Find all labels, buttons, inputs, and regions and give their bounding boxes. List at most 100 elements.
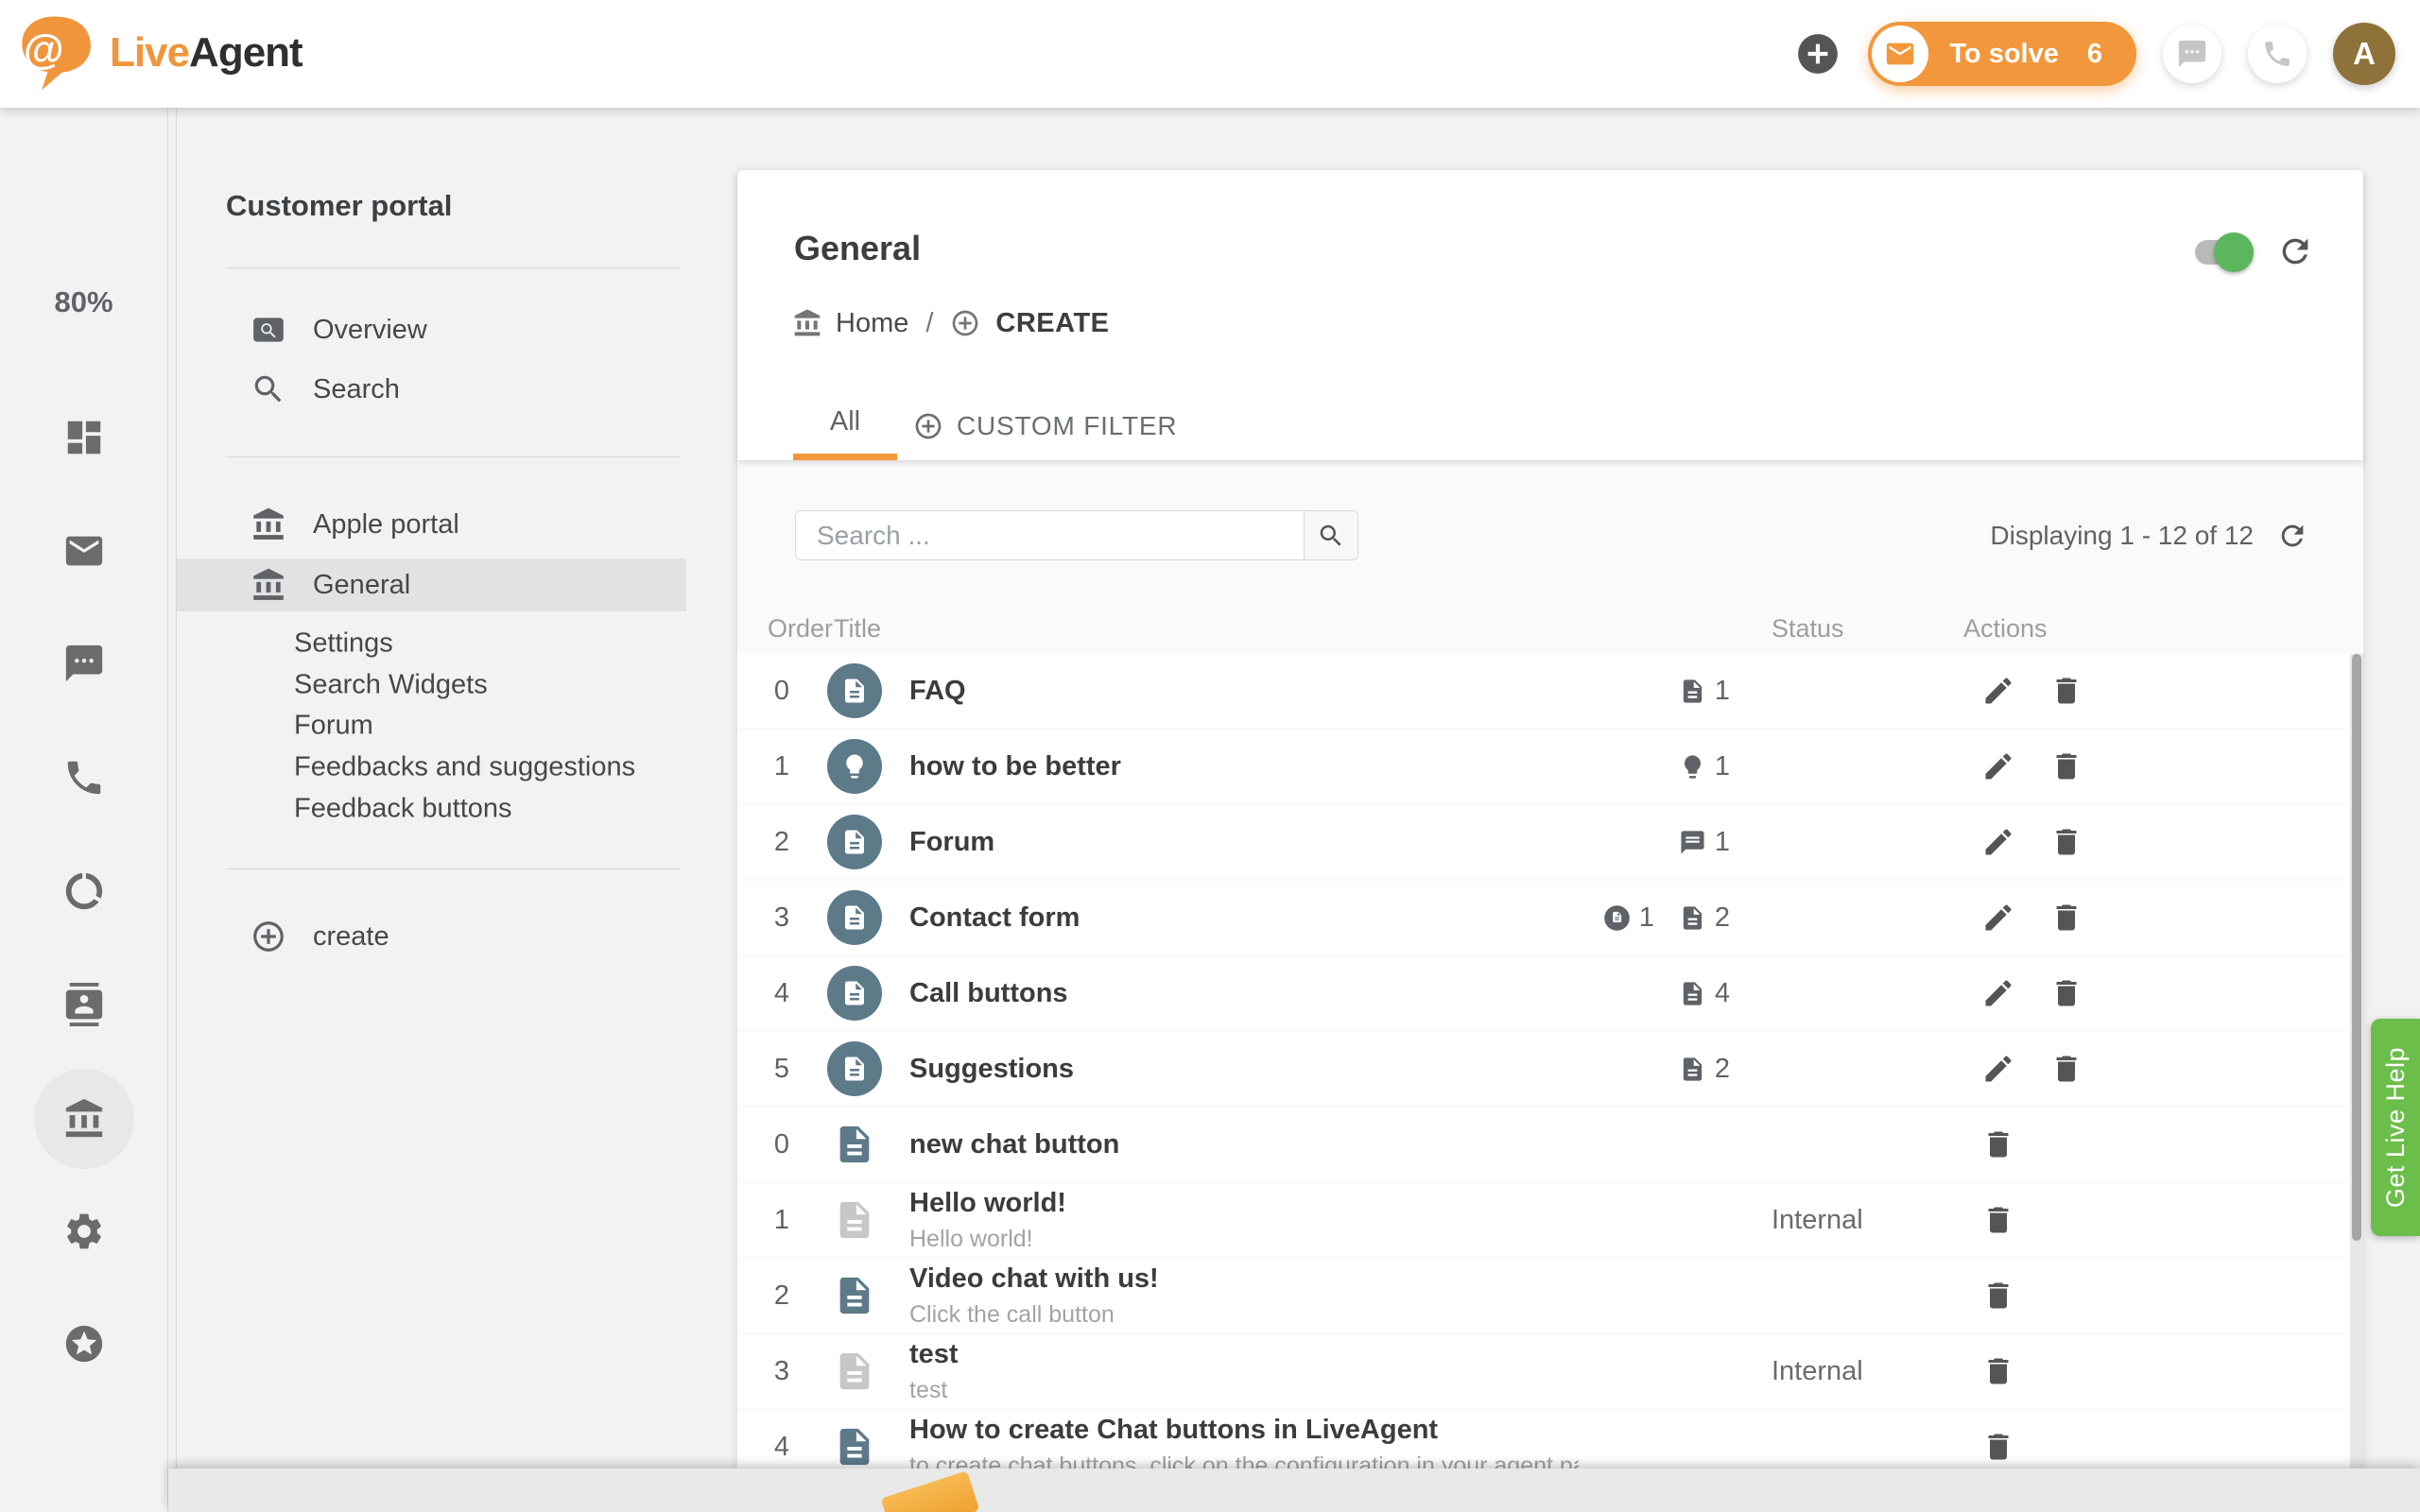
phone-icon bbox=[2261, 38, 2293, 70]
rail-item-reports[interactable] bbox=[62, 869, 106, 913]
row-title[interactable]: test bbox=[909, 1339, 959, 1369]
search-submit-button[interactable] bbox=[1304, 511, 1357, 559]
edit-button[interactable] bbox=[1981, 674, 2015, 708]
to-solve-button[interactable]: To solve 6 bbox=[1868, 22, 2136, 86]
breadcrumb-create[interactable]: CREATE bbox=[995, 308, 1109, 339]
breadcrumb-home[interactable]: Home bbox=[836, 308, 908, 339]
delete-button[interactable] bbox=[1981, 1279, 2015, 1313]
article-icon bbox=[1679, 904, 1706, 932]
article-count-badge: 2 bbox=[1679, 1054, 1730, 1085]
delete-button[interactable] bbox=[1981, 1203, 2015, 1237]
scrollbar-thumb[interactable] bbox=[2352, 654, 2361, 1241]
rail-item-starred[interactable] bbox=[62, 1322, 106, 1366]
sidebar-item-feedbacks[interactable]: Feedbacks and suggestions bbox=[294, 752, 635, 783]
sidebar-item-apple-portal[interactable]: Apple portal bbox=[251, 507, 459, 542]
active-tab-underline bbox=[793, 454, 897, 460]
idea-count-badge: 1 bbox=[1679, 751, 1730, 782]
status-badge: Internal bbox=[1739, 1356, 1938, 1387]
rail-item-tickets[interactable] bbox=[62, 529, 106, 573]
draft-count-badge: 1 bbox=[1603, 902, 1654, 934]
sidebar-item-create[interactable]: create bbox=[251, 919, 389, 954]
edit-button[interactable] bbox=[1981, 1052, 2015, 1086]
table-row: 3 test test Internal bbox=[737, 1334, 2350, 1408]
sidebar-item-overview[interactable]: Overview bbox=[251, 312, 427, 348]
rail-item-dashboard[interactable] bbox=[62, 416, 106, 459]
edit-button[interactable] bbox=[1981, 825, 2015, 859]
tab-all[interactable]: All bbox=[793, 394, 897, 460]
rail-item-settings[interactable] bbox=[62, 1210, 106, 1253]
delete-button[interactable] bbox=[2049, 674, 2083, 708]
row-title[interactable]: new chat button bbox=[909, 1129, 1119, 1160]
delete-button[interactable] bbox=[2049, 976, 2083, 1010]
delete-button[interactable] bbox=[2049, 901, 2083, 935]
delete-button[interactable] bbox=[2049, 1052, 2083, 1086]
row-title[interactable]: How to create Chat buttons in LiveAgent bbox=[909, 1415, 1438, 1445]
status-badge: Internal bbox=[1739, 1205, 1938, 1236]
displaying-count: Displaying 1 - 12 of 12 bbox=[1990, 521, 2254, 551]
delete-button[interactable] bbox=[1981, 1354, 2015, 1388]
rail-item-chats[interactable] bbox=[62, 642, 106, 685]
add-new-button[interactable] bbox=[1794, 30, 1841, 77]
edit-button[interactable] bbox=[1981, 749, 2015, 783]
plus-circle-icon bbox=[950, 308, 980, 338]
sidebar-item-search[interactable]: Search bbox=[251, 371, 400, 407]
sidebar-item-general[interactable]: General bbox=[251, 567, 410, 603]
edit-button[interactable] bbox=[1981, 901, 2015, 935]
row-title[interactable]: FAQ bbox=[909, 676, 966, 706]
rail-item-contacts[interactable] bbox=[62, 983, 106, 1026]
row-title[interactable]: how to be better bbox=[909, 751, 1121, 782]
rail-item-customer-portal[interactable] bbox=[62, 1097, 106, 1141]
sidebar-item-forum[interactable]: Forum bbox=[294, 711, 373, 742]
delete-button[interactable] bbox=[2049, 825, 2083, 859]
category-icon bbox=[827, 815, 882, 869]
column-status: Status bbox=[1772, 614, 1844, 644]
tab-custom-filter[interactable]: CUSTOM FILTER bbox=[913, 411, 1177, 441]
rail-item-calls[interactable] bbox=[62, 756, 106, 799]
toggle-knob bbox=[2214, 232, 2254, 272]
row-title[interactable]: Forum bbox=[909, 827, 994, 857]
edit-button[interactable] bbox=[1981, 976, 2015, 1010]
sidebar-item-feedback-buttons[interactable]: Feedback buttons bbox=[294, 794, 512, 825]
table-body: 0 FAQ 1 1 how to be better 1 2 Forum 1 bbox=[737, 654, 2350, 1469]
page-title: General bbox=[794, 229, 921, 268]
delete-button[interactable] bbox=[1981, 1127, 2015, 1161]
sidebar-item-search-widgets[interactable]: Search Widgets bbox=[294, 670, 488, 701]
topbar-actions: To solve 6 A bbox=[1794, 0, 2395, 108]
portal-enabled-toggle[interactable] bbox=[2195, 240, 2250, 265]
divider bbox=[226, 868, 681, 869]
row-title[interactable]: Call buttons bbox=[909, 978, 1068, 1008]
get-live-help-button[interactable]: Get Live Help bbox=[2371, 1019, 2420, 1236]
article-count-badge: 4 bbox=[1679, 978, 1730, 1009]
search-input[interactable] bbox=[796, 511, 1304, 559]
delete-button[interactable] bbox=[1981, 1430, 2015, 1464]
document-icon bbox=[833, 1269, 876, 1322]
search-box bbox=[795, 510, 1358, 560]
refresh-button[interactable] bbox=[2276, 232, 2314, 270]
column-title: Title bbox=[834, 614, 881, 644]
row-title[interactable]: Video chat with us! bbox=[909, 1263, 1159, 1294]
plus-circle-icon bbox=[913, 411, 943, 441]
usage-percent: 80% bbox=[0, 285, 167, 319]
table-row: 3 Contact form 1 2 bbox=[737, 881, 2350, 954]
delete-button[interactable] bbox=[2049, 749, 2083, 783]
refresh-list-button[interactable] bbox=[2276, 520, 2308, 552]
liveagent-logo[interactable]: @ LiveAgent bbox=[15, 9, 302, 96]
chat-widget-peek[interactable] bbox=[881, 1470, 980, 1512]
chat-icon bbox=[2176, 38, 2208, 70]
avatar[interactable]: A bbox=[2333, 23, 2395, 85]
article-icon bbox=[840, 979, 869, 1007]
row-title[interactable]: Contact form bbox=[909, 902, 1080, 933]
row-subtitle: test bbox=[909, 1377, 1579, 1404]
category-icon bbox=[827, 663, 882, 718]
svg-text:@: @ bbox=[24, 26, 64, 73]
breadcrumb-separator: / bbox=[925, 308, 933, 339]
column-order: Order bbox=[768, 614, 833, 644]
list-toolbar-right: Displaying 1 - 12 of 12 bbox=[1990, 510, 2308, 560]
table-scrollbar[interactable] bbox=[2350, 654, 2363, 1469]
chats-button[interactable] bbox=[2163, 25, 2221, 83]
row-title[interactable]: Suggestions bbox=[909, 1054, 1074, 1084]
table-row: 5 Suggestions 2 bbox=[737, 1032, 2350, 1106]
calls-button[interactable] bbox=[2248, 25, 2307, 83]
sidebar-item-settings[interactable]: Settings bbox=[294, 628, 393, 660]
row-title[interactable]: Hello world! bbox=[909, 1188, 1066, 1218]
